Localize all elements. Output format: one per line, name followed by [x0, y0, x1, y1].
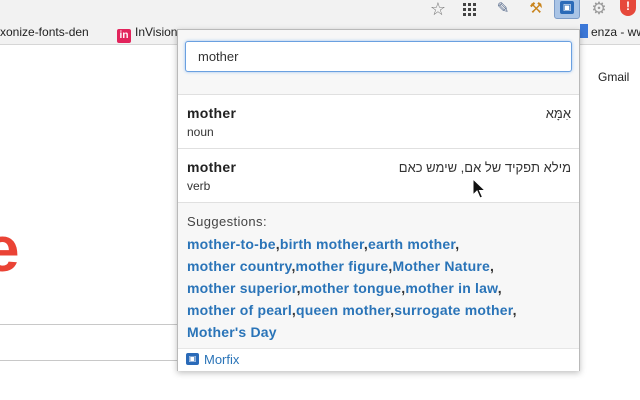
shield-extension-icon[interactable]: ! — [620, 0, 636, 16]
suggestions-line: mother country,mother figure,Mother Natu… — [187, 255, 573, 277]
result-translation: אִמָּא — [545, 106, 571, 121]
bookmark-label: xonize-fonts-den — [0, 25, 89, 39]
result-row[interactable]: mother verb מילא תפקיד של אם, שימש כאם — [178, 149, 579, 203]
suggestions-line: Mother's Day — [187, 321, 573, 343]
suggestions-panel: Suggestions: mother-to-be,birth mother,e… — [178, 203, 579, 348]
suggestion-link[interactable]: Mother's Day — [187, 324, 277, 340]
divider — [0, 324, 180, 325]
result-word: mother — [187, 105, 237, 121]
popup-footer: ▣ Morfix — [178, 348, 579, 371]
suggestion-link[interactable]: mother in law — [405, 280, 497, 296]
search-area — [178, 30, 579, 95]
suggestion-link[interactable]: mother country — [187, 258, 291, 274]
suggestion-link[interactable]: mother superior — [187, 280, 297, 296]
suggestion-link[interactable]: mother tongue — [301, 280, 402, 296]
suggestions-line: mother of pearl,queen mother,surrogate m… — [187, 299, 573, 321]
bookmark-label: enza - www — [591, 25, 640, 39]
suggestions-label: Suggestions: — [187, 214, 267, 229]
apps-grid-icon[interactable] — [461, 0, 477, 18]
morfix-extension-icon: ▣ — [560, 1, 574, 14]
result-row[interactable]: mother noun אִמָּא — [178, 95, 579, 149]
suggestion-link[interactable]: mother figure — [296, 258, 389, 274]
bookmark-icon — [580, 24, 588, 38]
result-part-of-speech: noun — [187, 125, 214, 139]
separator-comma: , — [512, 302, 517, 318]
divider — [0, 360, 180, 361]
result-translation: מילא תפקיד של אם, שימש כאם — [398, 160, 571, 175]
browser-toolbar: ☆ ✎ ⚒ ▣ ⚙ ! — [0, 0, 640, 19]
separator-comma: , — [497, 280, 502, 296]
separator-comma: , — [489, 258, 495, 274]
suggestion-link[interactable]: surrogate mother — [394, 302, 512, 318]
bookmark-label: InVision — [135, 25, 178, 39]
suggestion-link[interactable]: earth mother — [368, 236, 455, 252]
suggestions-line: mother superior,mother tongue,mother in … — [187, 277, 573, 299]
bookmark-item-invision[interactable]: in InVision — [117, 24, 177, 43]
suggestion-link[interactable]: mother-to-be — [187, 236, 276, 252]
gmail-link[interactable]: Gmail — [598, 70, 629, 84]
gear-icon[interactable]: ⚙ — [589, 0, 609, 18]
suggestion-link[interactable]: Mother Nature — [392, 258, 490, 274]
bookmark-item[interactable]: enza - www — [580, 24, 640, 40]
separator-comma: , — [455, 236, 460, 252]
result-word: mother — [187, 159, 237, 175]
morfix-link[interactable]: Morfix — [204, 352, 239, 367]
google-logo-fragment: e — [0, 213, 20, 285]
bookmark-item[interactable]: xonize-fonts-den — [0, 24, 89, 40]
invision-icon: in — [117, 29, 131, 43]
suggestion-link[interactable]: birth mother — [280, 236, 364, 252]
eyedropper-icon[interactable]: ✎ — [493, 0, 513, 18]
suggestions-line: mother-to-be,birth mother,earth mother, — [187, 233, 573, 255]
suggestion-link[interactable]: queen mother — [296, 302, 390, 318]
hammer-icon[interactable]: ⚒ — [526, 0, 546, 18]
mouse-cursor-icon — [472, 178, 486, 199]
search-input[interactable] — [185, 41, 572, 72]
morfix-logo-icon: ▣ — [186, 353, 199, 365]
suggestions-list: mother-to-be,birth mother,earth mother, m… — [187, 233, 573, 343]
result-part-of-speech: verb — [187, 179, 211, 193]
dictionary-popup: mother noun אִמָּא mother verb מילא תפקי… — [177, 29, 580, 371]
suggestion-link[interactable]: mother of pearl — [187, 302, 292, 318]
morfix-extension-button[interactable]: ▣ — [554, 0, 580, 19]
star-icon[interactable]: ☆ — [428, 0, 448, 18]
